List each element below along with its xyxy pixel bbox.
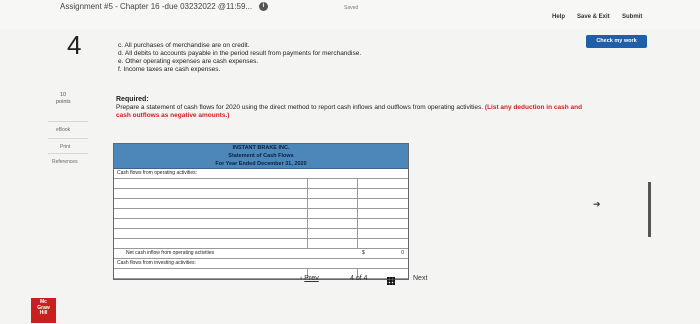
statement-f: f. Income taxes are cash expenses. [118, 66, 221, 73]
table-row[interactable] [114, 179, 408, 189]
account-input[interactable] [114, 239, 308, 248]
table-row[interactable] [114, 199, 408, 209]
logo-line: Hill [39, 310, 48, 316]
net-operating-label: Net cash inflow from operating activitie… [126, 250, 215, 256]
operating-section-label: Cash flows from operating activities: [117, 170, 198, 176]
table-row[interactable] [114, 209, 408, 219]
mcgraw-hill-logo: Mc Graw Hill [31, 298, 56, 323]
required-label: Required: [116, 96, 149, 103]
table-row[interactable] [114, 189, 408, 199]
account-input[interactable] [114, 269, 308, 278]
table-row[interactable] [114, 219, 408, 229]
amount-input[interactable] [307, 219, 358, 228]
page-indicator: 4 of 4 [350, 275, 368, 282]
statement-period: For Year Ended December 31, 2020 [215, 161, 307, 167]
amount-input[interactable] [307, 179, 358, 188]
points-value: 10 [59, 92, 67, 98]
cursor-icon: ➔ [593, 199, 601, 209]
statement-c: c. All purchases of merchandise are on c… [118, 42, 250, 49]
dollar-sign: $ [362, 250, 365, 256]
required-instructions: Prepare a statement of cash flows for 20… [116, 104, 596, 120]
statement-name: Statement of Cash Flows [228, 153, 294, 159]
next-button[interactable]: Next [413, 275, 427, 282]
amount-input[interactable] [307, 199, 358, 208]
table-row[interactable] [114, 229, 408, 239]
amount-input[interactable] [307, 189, 358, 198]
account-input[interactable] [114, 199, 308, 208]
grid-icon[interactable] [387, 277, 395, 285]
page-of: of [355, 275, 362, 282]
question-number: 4 [67, 30, 82, 60]
check-my-work-button[interactable]: Check my work [586, 35, 647, 48]
assignment-title: Assignment #5 - Chapter 16 -due 03232022… [60, 2, 253, 11]
amount-input[interactable] [307, 239, 358, 248]
investing-section-label: Cash flows from investing activities: [117, 260, 196, 266]
net-operating-value: 0 [401, 250, 404, 256]
required-text: Prepare a statement of cash flows for 20… [116, 104, 484, 111]
cash-flow-table: INSTANT BRAKE INC. Statement of Cash Flo… [113, 143, 409, 280]
prev-label: Prev [304, 275, 319, 282]
amount-input[interactable] [307, 209, 358, 218]
account-input[interactable] [114, 189, 308, 198]
table-row[interactable] [114, 239, 408, 249]
references-link[interactable]: References [52, 159, 78, 165]
help-link[interactable]: Help [552, 14, 565, 20]
prev-button[interactable]: ‹ Prev [300, 275, 319, 282]
company-name: INSTANT BRAKE INC. [232, 145, 290, 151]
table-header: INSTANT BRAKE INC. Statement of Cash Flo… [114, 144, 408, 169]
next-label: Next [413, 275, 428, 282]
sidebar-divider [48, 121, 88, 122]
table-row: Cash flows from investing activities: [114, 259, 408, 269]
scrollbar[interactable] [648, 182, 651, 237]
statement-d: d. All debits to accounts payable in the… [118, 50, 362, 57]
chevron-left-icon: ‹ [300, 275, 303, 282]
statement-e: e. Other operating expenses are cash exp… [118, 58, 259, 65]
saved-status: Saved [344, 5, 359, 11]
account-input[interactable] [114, 219, 308, 228]
account-input[interactable] [114, 179, 308, 188]
account-input[interactable] [114, 209, 308, 218]
points-box: 10 points [56, 92, 71, 106]
amount-input[interactable] [307, 229, 358, 238]
page-current: 4 [350, 275, 354, 282]
submit-link[interactable]: Submit [622, 14, 642, 20]
account-input[interactable] [114, 229, 308, 238]
points-label: points [56, 99, 71, 105]
sidebar-divider [48, 138, 88, 139]
info-icon[interactable]: i [259, 2, 268, 11]
page-total: 4 [363, 275, 368, 282]
ebook-link[interactable]: eBook [56, 127, 70, 133]
table-row: Net cash inflow from operating activitie… [114, 249, 408, 259]
table-row: Cash flows from operating activities: [114, 169, 408, 179]
save-exit-link[interactable]: Save & Exit [577, 14, 610, 20]
sidebar-divider [48, 153, 88, 154]
print-link[interactable]: Print [60, 144, 70, 150]
